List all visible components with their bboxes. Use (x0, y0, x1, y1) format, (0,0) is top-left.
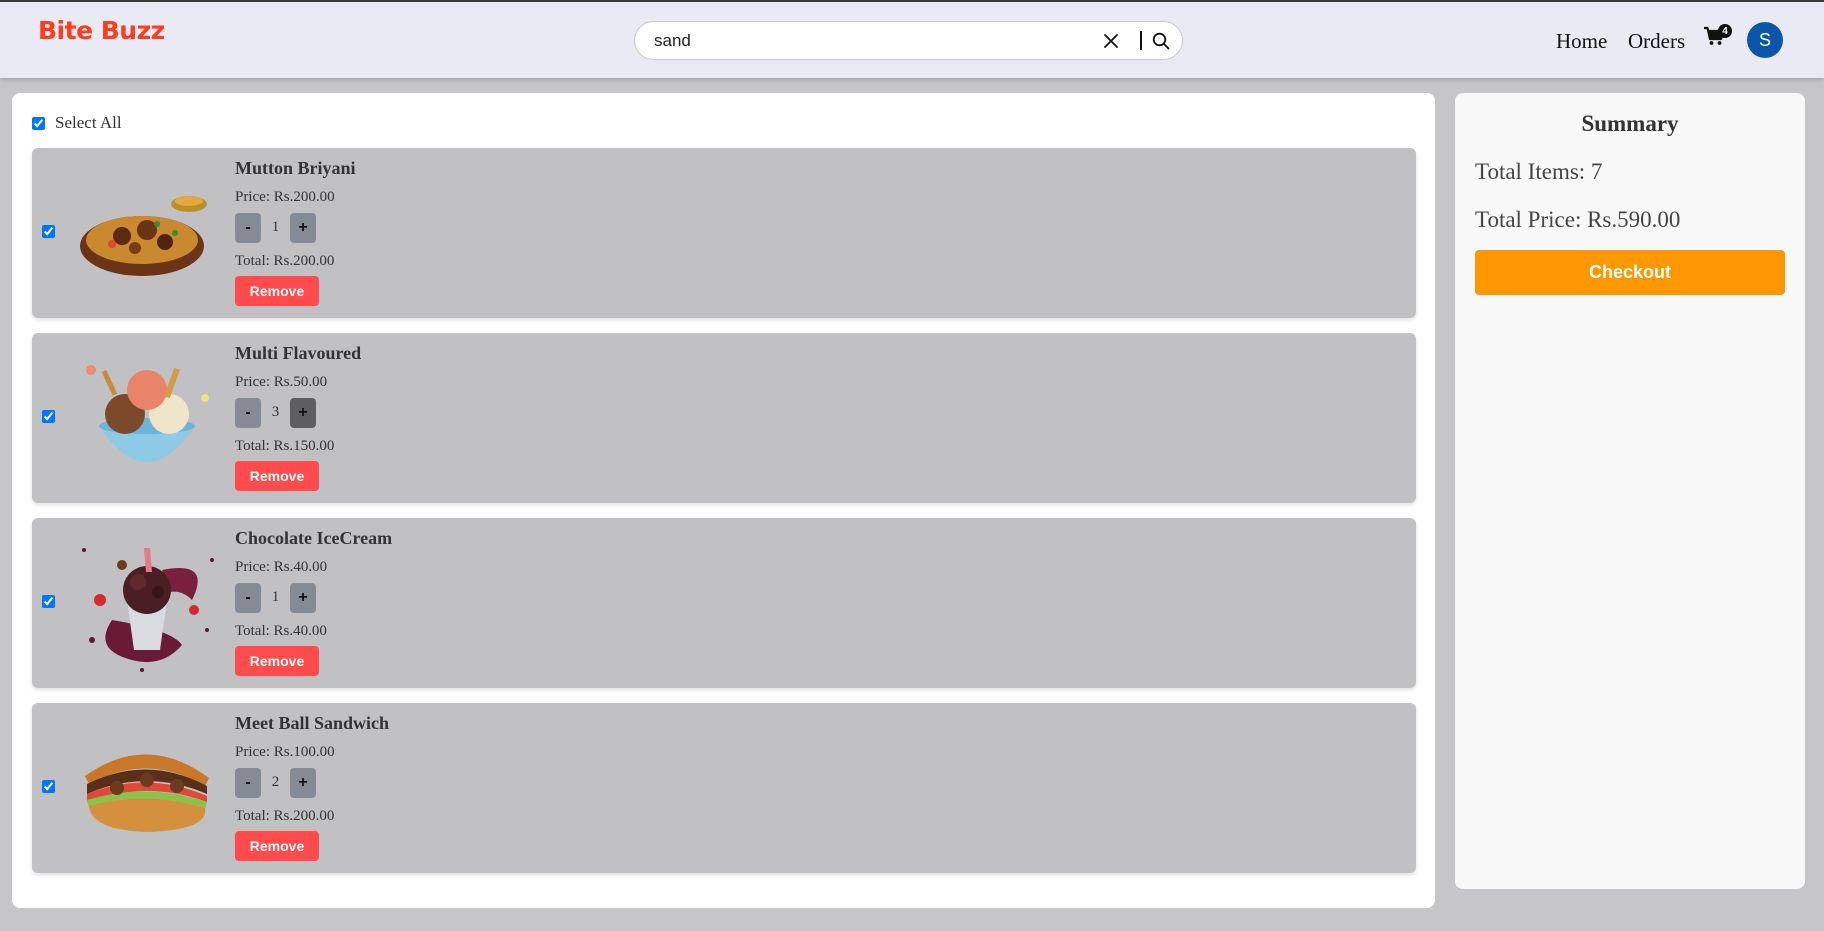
search-bar (634, 21, 1183, 60)
cart-item-checkbox[interactable] (42, 225, 55, 238)
select-all-checkbox[interactable] (32, 116, 45, 130)
cart-item-price: Price: Rs.50.00 (235, 374, 328, 390)
brand-logo[interactable]: Bite Buzz (38, 16, 165, 45)
cart-item-price: Price: Rs.40.00 (235, 559, 328, 575)
cart-item-checkbox[interactable] (42, 595, 55, 608)
decrease-quantity-button[interactable]: - (235, 768, 261, 798)
avatar[interactable]: S (1747, 22, 1783, 58)
cart-item-name: Chocolate IceCream (235, 528, 393, 548)
close-icon[interactable] (1099, 29, 1123, 53)
cart-item-name: Mutton Briyani (235, 158, 356, 178)
select-all[interactable]: Select All (32, 113, 122, 133)
cart-button[interactable]: 4 (1703, 24, 1732, 52)
cart-count-badge: 4 (1718, 24, 1732, 38)
remove-button[interactable]: Remove (235, 276, 319, 306)
cart-item-quantity: 1 (271, 219, 280, 235)
cart-item: Multi Flavoured Price: Rs.50.00 - 3 + To… (32, 333, 1416, 503)
cart-item: Mutton Briyani Price: Rs.200.00 - 1 + To… (32, 148, 1416, 318)
summary-title: Summary (1581, 111, 1679, 136)
increase-quantity-button[interactable]: + (290, 583, 316, 613)
remove-button[interactable]: Remove (235, 646, 319, 676)
cart-item-checkbox[interactable] (42, 410, 55, 423)
cart-item-quantity: 3 (271, 404, 280, 420)
chocolate-icecream-image (72, 530, 222, 676)
summary-panel: Summary Total Items: 7 Total Price: Rs.5… (1455, 93, 1805, 889)
remove-button[interactable]: Remove (235, 461, 319, 491)
cart-item-name: Multi Flavoured (235, 343, 362, 363)
mutton-briyani-image (72, 160, 222, 306)
top-navbar: Bite Buzz Home Orders 4 S (0, 2, 1824, 78)
cart-item-total: Total: Rs.150.00 (235, 438, 335, 454)
cart-item-quantity: 1 (271, 589, 280, 605)
cart-panel: Select All Mutton Briyani Price: Rs.200.… (12, 93, 1435, 908)
cart-item-total: Total: Rs.200.00 (235, 808, 335, 824)
checkout-button[interactable]: Checkout (1475, 250, 1785, 295)
summary-total-items: Total Items: 7 (1475, 159, 1603, 184)
cart-item-quantity: 2 (271, 774, 280, 790)
cart-item-checkbox[interactable] (42, 780, 55, 793)
cart-item-total: Total: Rs.200.00 (235, 253, 335, 269)
nav-home-link[interactable]: Home (1556, 29, 1607, 54)
cart-item-price: Price: Rs.100.00 (235, 744, 335, 760)
cart-item-name: Meet Ball Sandwich (235, 713, 390, 733)
increase-quantity-button[interactable]: + (290, 213, 316, 243)
decrease-quantity-button[interactable]: - (235, 583, 261, 613)
search-icon[interactable] (1149, 29, 1173, 53)
cart-item: Chocolate IceCream Price: Rs.40.00 - 1 +… (32, 518, 1416, 688)
sandwich-image (72, 715, 222, 861)
decrease-quantity-button[interactable]: - (235, 213, 261, 243)
search-divider (1140, 31, 1142, 50)
nav-orders-link[interactable]: Orders (1628, 29, 1685, 54)
increase-quantity-button[interactable]: + (290, 768, 316, 798)
summary-total-price: Total Price: Rs.590.00 (1475, 207, 1681, 232)
cart-item: Meet Ball Sandwich Price: Rs.100.00 - 2 … (32, 703, 1416, 873)
search-input[interactable] (654, 30, 1054, 52)
decrease-quantity-button[interactable]: - (235, 398, 261, 428)
remove-button[interactable]: Remove (235, 831, 319, 861)
ice-cream-bowl-image (72, 345, 222, 491)
select-all-label: Select All (55, 113, 122, 132)
cart-item-total: Total: Rs.40.00 (235, 623, 327, 639)
cart-item-price: Price: Rs.200.00 (235, 189, 335, 205)
increase-quantity-button[interactable]: + (290, 398, 316, 428)
